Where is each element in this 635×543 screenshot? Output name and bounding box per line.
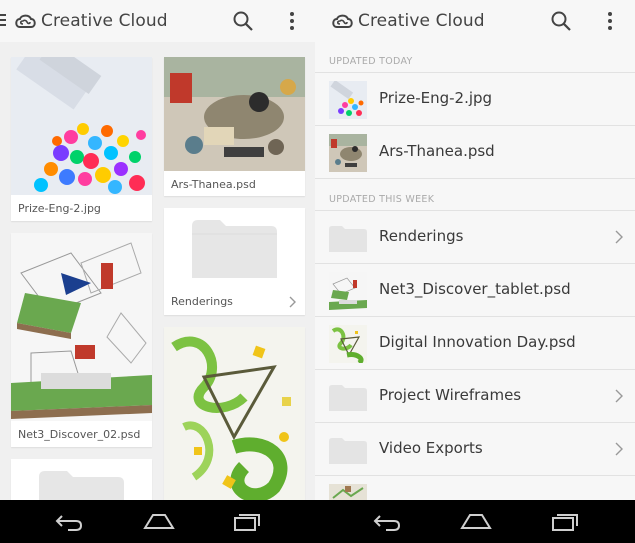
folder-icon (192, 220, 277, 278)
file-card[interactable]: Prize-Eng-2.jpg (11, 57, 152, 221)
file-card[interactable]: Net3_Discover_02.psd (11, 233, 152, 447)
file-thumbnail (11, 57, 152, 195)
app-title: Creative Cloud (358, 11, 485, 31)
item-name: Digital Innovation Day.psd (379, 333, 576, 351)
folder-label: Renderings (171, 295, 233, 308)
list-item[interactable]: Renderings (315, 210, 635, 263)
folder-icon (39, 471, 124, 500)
file-thumbnail (11, 233, 152, 421)
app-bar: Creative Cloud (315, 0, 635, 42)
item-name: Video Exports (379, 439, 483, 457)
section-header: UPDATED TODAY (329, 56, 413, 67)
home-icon[interactable] (143, 513, 175, 529)
app-bar: Creative Cloud (0, 0, 315, 42)
creative-cloud-logo-icon (332, 14, 353, 28)
file-thumbnail (164, 327, 305, 500)
file-label: Prize-Eng-2.jpg (18, 202, 101, 215)
app-title: Creative Cloud (41, 11, 168, 31)
folder-icon (329, 226, 367, 252)
chevron-right-icon (615, 442, 623, 456)
folder-card[interactable]: Renderings (164, 208, 305, 315)
image-thumbnail (329, 484, 367, 500)
folder-icon (329, 385, 367, 411)
file-card[interactable]: Ars-Thanea.psd (164, 57, 305, 196)
image-thumbnail (329, 272, 367, 310)
list-item[interactable]: Digital Innovation Day.psd (315, 316, 635, 369)
back-icon[interactable] (372, 513, 402, 531)
item-name: Ars-Thanea.psd (379, 142, 495, 160)
search-icon[interactable] (232, 10, 254, 32)
recent-apps-icon[interactable] (551, 513, 579, 531)
navigation-bar (315, 500, 635, 543)
section-header: UPDATED THIS WEEK (329, 194, 435, 205)
home-icon[interactable] (460, 513, 492, 529)
search-icon[interactable] (550, 10, 572, 32)
file-card[interactable] (164, 327, 305, 500)
more-options-icon[interactable] (289, 11, 295, 31)
item-name: Project Wireframes (379, 386, 522, 404)
chevron-right-icon (289, 296, 296, 308)
recent-apps-icon[interactable] (233, 513, 261, 531)
left-screen: Creative Cloud Prize-Eng-2.jpg Ars-Thane… (0, 0, 315, 500)
list-item[interactable]: Project Wireframes (315, 369, 635, 422)
folder-card[interactable] (11, 459, 152, 500)
image-thumbnail (329, 81, 367, 119)
creative-cloud-logo-icon (15, 14, 36, 28)
menu-icon[interactable] (0, 14, 6, 26)
image-thumbnail (329, 134, 367, 172)
file-label: Net3_Discover_02.psd (18, 428, 141, 441)
list-item[interactable] (315, 475, 635, 500)
list-item[interactable]: Prize-Eng-2.jpg (315, 72, 635, 125)
more-options-icon[interactable] (607, 11, 613, 31)
item-name: Prize-Eng-2.jpg (379, 89, 493, 107)
chevron-right-icon (615, 230, 623, 244)
item-name: Net3_Discover_tablet.psd (379, 280, 571, 298)
navigation-bar (0, 500, 315, 543)
list-item[interactable]: Net3_Discover_tablet.psd (315, 263, 635, 316)
right-screen: Creative Cloud UPDATED TODAY Prize-Eng-2… (315, 0, 635, 500)
back-icon[interactable] (54, 513, 84, 531)
folder-icon (329, 438, 367, 464)
file-label: Ars-Thanea.psd (171, 178, 256, 191)
file-thumbnail (164, 57, 305, 171)
list-item[interactable]: Ars-Thanea.psd (315, 125, 635, 178)
item-name: Renderings (379, 227, 464, 245)
chevron-right-icon (615, 389, 623, 403)
image-thumbnail (329, 325, 367, 363)
list-item[interactable]: Video Exports (315, 422, 635, 475)
